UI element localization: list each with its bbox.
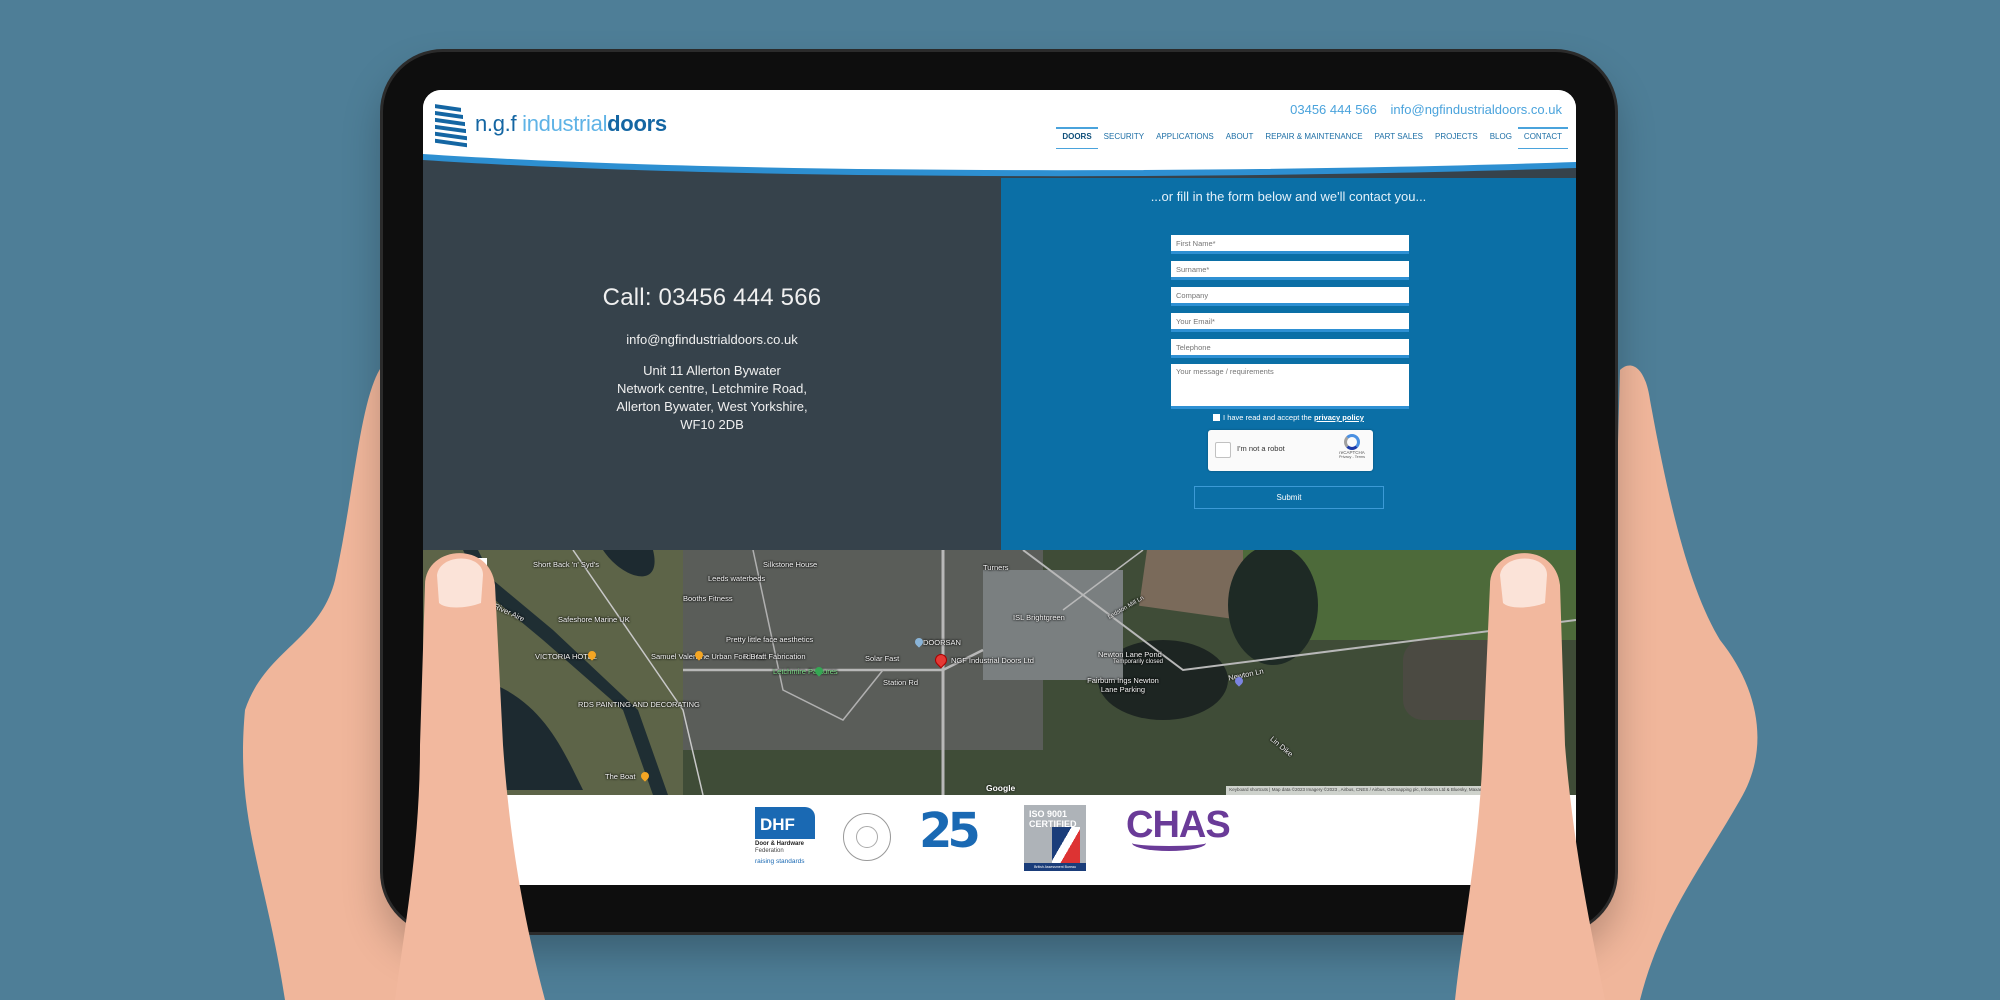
iso-title: ISO 9001: [1029, 809, 1068, 819]
accreditation-logos: DHF Door & Hardware Federation raising s…: [423, 795, 1576, 875]
header-email-link[interactable]: info@ngfindustrialdoors.co.uk: [1391, 102, 1562, 117]
ngf-25-years-logo[interactable]: 25: [919, 803, 981, 859]
logo-industrial: industrial: [522, 111, 608, 136]
right-thumb: [1455, 553, 1605, 1000]
map-label: Solar Fast: [865, 654, 900, 663]
map-label: Station Rd: [883, 678, 919, 687]
main-nav: DOORS SECURITY APPLICATIONS ABOUT REPAIR…: [1056, 126, 1569, 149]
iso-9001-logo[interactable]: ISO 9001 CERTIFIED British Assessment Bur…: [1024, 805, 1086, 871]
iso-body: British Assessment Bureau: [1024, 863, 1086, 871]
surname-input[interactable]: [1171, 261, 1409, 280]
map-label: Fairburn Ings Newton Lane Parking: [1087, 676, 1159, 694]
header-contact: 03456 444 566 info@ngfindustrialdoors.co…: [1280, 102, 1562, 117]
map-label: Temporarily closed: [1113, 659, 1164, 665]
recaptcha-logo: reCAPTCHA Privacy - Terms: [1337, 434, 1367, 459]
iso-flag-stripe: [1052, 827, 1080, 863]
nav-repair-maintenance[interactable]: REPAIR & MAINTENANCE: [1259, 126, 1368, 149]
nav-part-sales[interactable]: PART SALES: [1369, 126, 1429, 149]
chas-logo[interactable]: CHAS: [1126, 804, 1231, 851]
map-label: Turners: [983, 563, 1009, 572]
header-phone-link[interactable]: 03456 444 566: [1290, 102, 1377, 117]
privacy-policy-link[interactable]: privacy policy: [1314, 413, 1364, 422]
nav-security[interactable]: SECURITY: [1098, 126, 1150, 149]
tablet-screen: n.g.f industrialdoors 03456 444 566 info…: [423, 90, 1576, 885]
address-line: Allerton Bywater, West Yorkshire,: [616, 399, 808, 414]
contact-address: Unit 11 Allerton Bywater Network centre,…: [423, 362, 1001, 434]
map-label: Safeshore Marine UK: [558, 615, 630, 624]
left-thumb: [395, 553, 545, 1000]
telephone-input[interactable]: [1171, 339, 1409, 358]
tablet-device: n.g.f industrialdoors 03456 444 566 info…: [383, 52, 1615, 932]
site-header: n.g.f industrialdoors 03456 444 566 info…: [423, 90, 1576, 188]
company-input[interactable]: [1171, 287, 1409, 306]
safecontractor-logo[interactable]: [843, 807, 891, 861]
recaptcha-icon: [1344, 434, 1360, 450]
map-label: Leeds waterbeds: [708, 574, 766, 583]
recaptcha-checkbox[interactable]: [1215, 442, 1231, 458]
map-label: DOORSAN: [923, 638, 961, 647]
logo-wordmark: n.g.f industrialdoors: [475, 111, 667, 137]
dhf-abbr: DHF: [755, 807, 815, 839]
chas-text: CHAS: [1126, 804, 1231, 846]
map-label: The Boat: [605, 772, 636, 781]
ngf-25-number: 25: [919, 803, 981, 859]
dhf-name: Door & Hardware: [755, 841, 805, 847]
contact-email[interactable]: info@ngfindustrialdoors.co.uk: [423, 332, 1001, 347]
privacy-consent: I have read and accept the privacy polic…: [1001, 413, 1576, 422]
dhf-federation: Federation: [755, 848, 784, 854]
dhf-tagline: raising standards: [755, 858, 805, 865]
ngf-logo-icon: [435, 102, 467, 148]
call-number[interactable]: Call: 03456 444 566: [423, 284, 1001, 312]
google-logo: Google: [986, 783, 1016, 793]
map-label: Newton Lane Pond: [1098, 650, 1162, 659]
map-label: R Bratt Fabrication: [743, 652, 806, 661]
site-logo[interactable]: n.g.f industrialdoors: [435, 102, 667, 148]
logo-doors: doors: [607, 111, 667, 136]
map-satellite-imagery: [423, 550, 1576, 795]
map-label: Pretty little face aesthetics: [726, 635, 814, 644]
address-line: Unit 11 Allerton Bywater: [643, 363, 781, 378]
submit-button[interactable]: Submit: [1194, 486, 1384, 509]
nav-doors[interactable]: DOORS: [1056, 126, 1099, 149]
message-textarea[interactable]: [1171, 364, 1409, 409]
recaptcha-label: I'm not a robot: [1237, 444, 1285, 453]
map-label: NGF Industrial Doors Ltd: [951, 656, 1034, 665]
nav-applications[interactable]: APPLICATIONS: [1150, 126, 1220, 149]
map-label: RDS PAINTING AND DECORATING: [578, 700, 700, 709]
privacy-label: I have read and accept the: [1223, 413, 1314, 422]
nav-blog[interactable]: BLOG: [1484, 126, 1518, 149]
recaptcha-links[interactable]: Privacy - Terms: [1337, 455, 1367, 459]
map-label: ISL Brightgreen: [1013, 613, 1065, 622]
safecontractor-badge-icon: [843, 813, 891, 861]
logo-ngf: n.g.f: [475, 111, 523, 136]
contact-info-panel: Call: 03456 444 566 info@ngfindustrialdo…: [423, 178, 1001, 550]
map-label: Silkstone House: [763, 560, 818, 569]
privacy-checkbox[interactable]: [1213, 414, 1221, 421]
first-name-input[interactable]: [1171, 235, 1409, 254]
email-input[interactable]: [1171, 313, 1409, 332]
nav-about[interactable]: ABOUT: [1220, 126, 1260, 149]
address-line: Network centre, Letchmire Road,: [616, 381, 808, 396]
nav-projects[interactable]: PROJECTS: [1429, 126, 1484, 149]
google-map[interactable]: Short Back 'n' Syd's Silkstone House Lee…: [423, 550, 1576, 795]
nav-contact[interactable]: CONTACT: [1517, 126, 1569, 149]
dhf-logo[interactable]: DHF Door & Hardware Federation raising s…: [755, 807, 815, 865]
map-label: Letchmire Pastures: [773, 667, 838, 676]
form-intro: ...or fill in the form below and we'll c…: [1150, 189, 1427, 204]
address-line: WF10 2DB: [680, 417, 744, 432]
recaptcha-widget: I'm not a robot reCAPTCHA Privacy - Term…: [1208, 430, 1373, 471]
contact-form-panel: ...or fill in the form below and we'll c…: [1001, 178, 1576, 550]
map-label: Booths Fitness: [683, 594, 733, 603]
